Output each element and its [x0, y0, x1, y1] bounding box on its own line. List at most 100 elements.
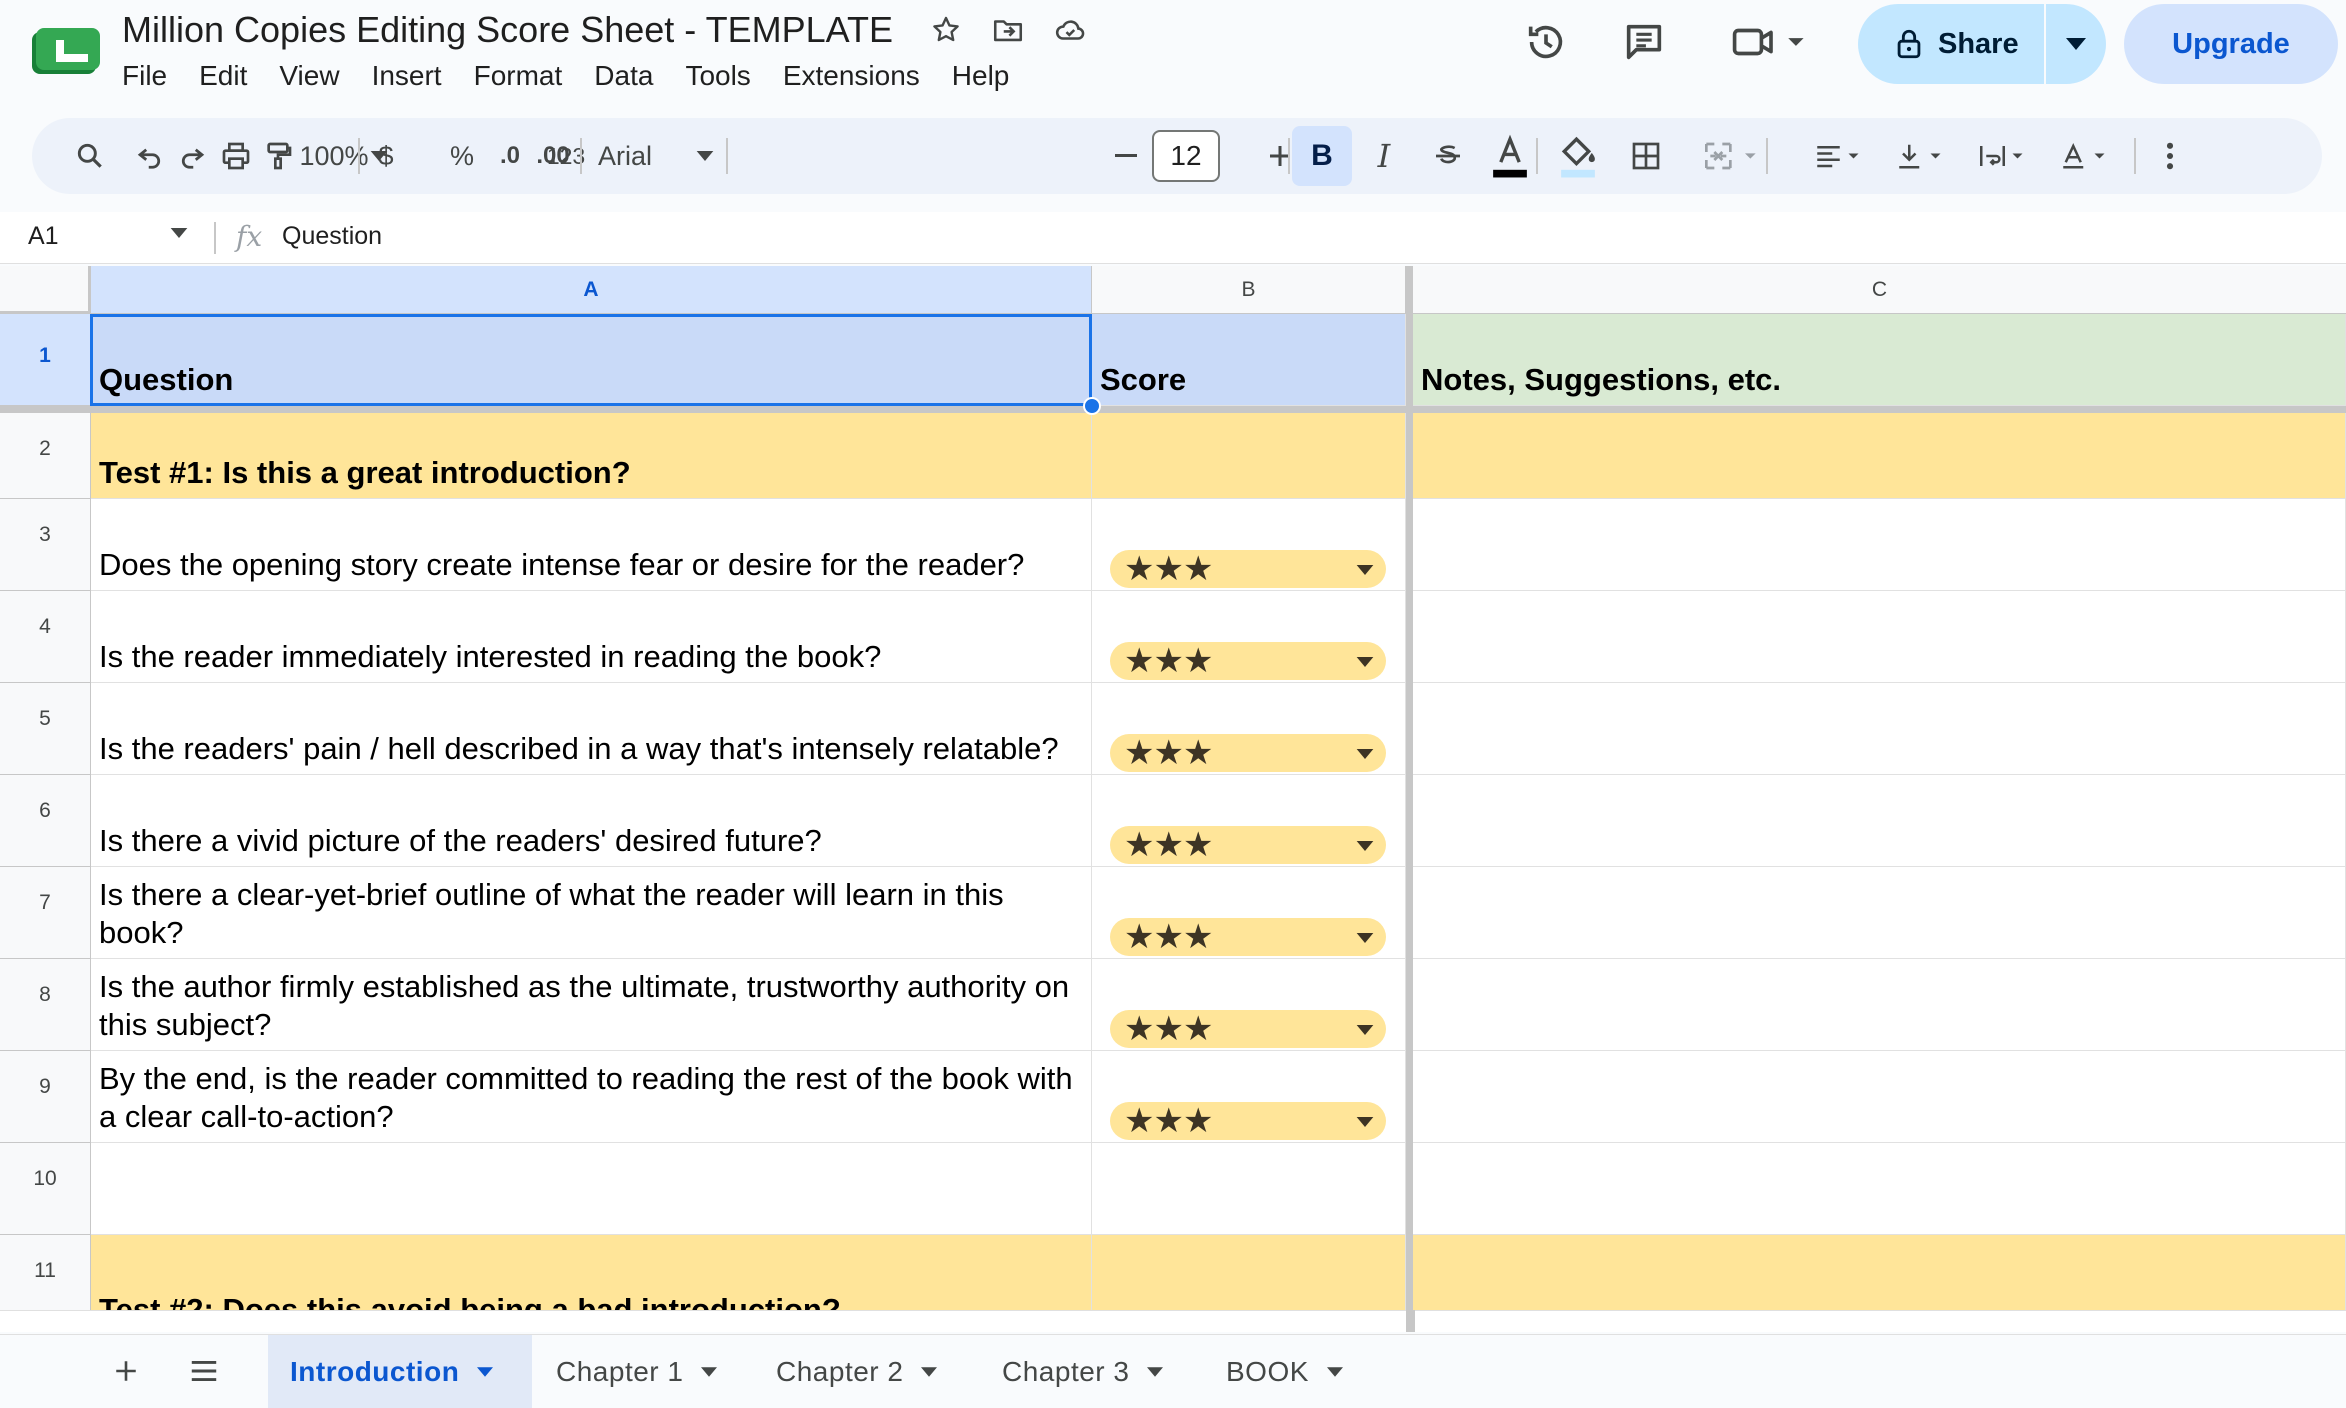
name-box[interactable]: A1	[28, 222, 59, 251]
sheet-tab-chapter-1[interactable]: Chapter 1	[534, 1335, 739, 1408]
merge-cells-icon[interactable]	[1692, 126, 1774, 186]
menu-insert[interactable]: Insert	[372, 60, 442, 92]
cell-a10[interactable]	[91, 1143, 1092, 1235]
frozen-row-divider[interactable]	[0, 406, 2346, 413]
font-dropdown-icon[interactable]	[692, 126, 718, 186]
sheet-tab-chapter-3[interactable]: Chapter 3	[980, 1335, 1185, 1408]
sheet-tab-book[interactable]: BOOK	[1204, 1335, 1365, 1408]
text-rotation-icon[interactable]	[2052, 126, 2122, 186]
percent-format-button[interactable]: %	[444, 126, 480, 186]
score-dropdown-chip[interactable]: ★★★	[1110, 734, 1386, 772]
cell-c9[interactable]	[1413, 1051, 2346, 1143]
decrease-font-size-icon[interactable]	[1106, 126, 1146, 186]
star-icon[interactable]	[929, 13, 963, 47]
horizontal-align-icon[interactable]	[1806, 126, 1876, 186]
sheet-tab-introduction[interactable]: Introduction	[268, 1335, 532, 1408]
fill-color-icon[interactable]	[1548, 126, 1608, 186]
undo-icon[interactable]	[126, 126, 174, 186]
select-all-corner[interactable]	[0, 266, 91, 314]
italic-button[interactable]: I	[1354, 126, 1414, 186]
all-sheets-icon[interactable]	[182, 1349, 226, 1393]
horizontal-scrollbar[interactable]	[0, 1310, 2346, 1332]
menu-help[interactable]: Help	[952, 60, 1010, 92]
column-header-a[interactable]: A	[91, 266, 1092, 314]
row-header-3[interactable]: 3	[0, 499, 91, 591]
redo-icon[interactable]	[168, 126, 216, 186]
bold-button[interactable]: B	[1292, 126, 1352, 186]
currency-format-button[interactable]: $	[372, 126, 400, 186]
zoom-value[interactable]: 100%	[299, 126, 368, 186]
menu-tools[interactable]: Tools	[685, 60, 750, 92]
print-icon[interactable]	[212, 126, 260, 186]
column-header-b[interactable]: B	[1092, 266, 1406, 314]
paint-format-icon[interactable]	[254, 126, 302, 186]
decrease-decimal-button[interactable]: .0	[488, 126, 532, 186]
column-header-c[interactable]: C	[1413, 266, 2346, 314]
cell-c7[interactable]	[1413, 867, 2346, 959]
score-dropdown-chip[interactable]: ★★★	[1110, 550, 1386, 588]
name-box-dropdown-icon[interactable]	[170, 228, 188, 238]
cell-a1[interactable]: Question	[91, 314, 1092, 406]
cell-b2[interactable]	[1092, 413, 1406, 499]
cell-a7[interactable]: Is there a clear-yet-brief outline of wh…	[91, 867, 1092, 959]
share-button[interactable]: Share	[1858, 4, 2044, 84]
cell-c2[interactable]	[1413, 413, 2346, 499]
cell-c10[interactable]	[1413, 1143, 2346, 1235]
score-dropdown-chip[interactable]: ★★★	[1110, 642, 1386, 680]
cell-a5[interactable]: Is the readers' pain / hell described in…	[91, 683, 1092, 775]
menu-edit[interactable]: Edit	[199, 60, 247, 92]
share-dropdown[interactable]	[2046, 4, 2106, 84]
cell-c8[interactable]	[1413, 959, 2346, 1051]
cell-c4[interactable]	[1413, 591, 2346, 683]
cell-c5[interactable]	[1413, 683, 2346, 775]
score-dropdown-chip[interactable]: ★★★	[1110, 918, 1386, 956]
move-to-folder-icon[interactable]	[991, 13, 1025, 47]
menu-file[interactable]: File	[122, 60, 167, 92]
comments-icon[interactable]	[1616, 14, 1672, 70]
sheets-logo[interactable]	[32, 28, 100, 74]
cell-c6[interactable]	[1413, 775, 2346, 867]
document-title[interactable]: Million Copies Editing Score Sheet - TEM…	[122, 9, 893, 51]
search-menus-icon[interactable]	[62, 126, 118, 186]
frozen-column-divider[interactable]	[1406, 266, 1413, 1332]
cell-a9[interactable]: By the end, is the reader committed to r…	[91, 1051, 1092, 1143]
menu-extensions[interactable]: Extensions	[783, 60, 920, 92]
row-header-10[interactable]: 10	[0, 1143, 91, 1235]
add-sheet-icon[interactable]	[104, 1349, 148, 1393]
score-dropdown-chip[interactable]: ★★★	[1110, 826, 1386, 864]
fill-handle[interactable]	[1083, 397, 1101, 415]
row-header-2[interactable]: 2	[0, 413, 91, 499]
version-history-icon[interactable]	[1518, 14, 1574, 70]
cell-b1[interactable]: Score	[1092, 314, 1406, 406]
vertical-align-icon[interactable]	[1888, 126, 1958, 186]
row-header-4[interactable]: 4	[0, 591, 91, 683]
menu-format[interactable]: Format	[474, 60, 563, 92]
meet-video-icon[interactable]	[1726, 14, 1816, 70]
font-family-select[interactable]: Arial	[598, 126, 668, 186]
cell-b10[interactable]	[1092, 1143, 1406, 1235]
more-formats-button[interactable]: 123	[540, 126, 592, 186]
score-dropdown-chip[interactable]: ★★★	[1110, 1102, 1386, 1140]
cloud-saved-icon[interactable]	[1053, 13, 1087, 47]
cell-a2[interactable]: Test #1: Is this a great introduction?	[91, 413, 1092, 499]
row-header-6[interactable]: 6	[0, 775, 91, 867]
row-header-9[interactable]: 9	[0, 1051, 91, 1143]
row-header-7[interactable]: 7	[0, 867, 91, 959]
text-wrapping-icon[interactable]	[1970, 126, 2040, 186]
row-header-5[interactable]: 5	[0, 683, 91, 775]
borders-icon[interactable]	[1616, 126, 1676, 186]
menu-data[interactable]: Data	[594, 60, 653, 92]
score-dropdown-chip[interactable]: ★★★	[1110, 1010, 1386, 1048]
row-header-1[interactable]: 1	[0, 314, 91, 406]
strikethrough-icon[interactable]	[1418, 126, 1478, 186]
upgrade-button[interactable]: Upgrade	[2124, 4, 2338, 84]
cell-a4[interactable]: Is the reader immediately interested in …	[91, 591, 1092, 683]
cell-c3[interactable]	[1413, 499, 2346, 591]
formula-input[interactable]: Question	[282, 222, 382, 251]
cell-a6[interactable]: Is there a vivid picture of the readers'…	[91, 775, 1092, 867]
more-options-icon[interactable]	[2152, 126, 2188, 186]
cell-c1[interactable]: Notes, Suggestions, etc.	[1413, 314, 2346, 406]
cell-a8[interactable]: Is the author firmly established as the …	[91, 959, 1092, 1051]
font-size-input[interactable]: 12	[1152, 130, 1220, 182]
text-color-icon[interactable]	[1480, 126, 1540, 186]
